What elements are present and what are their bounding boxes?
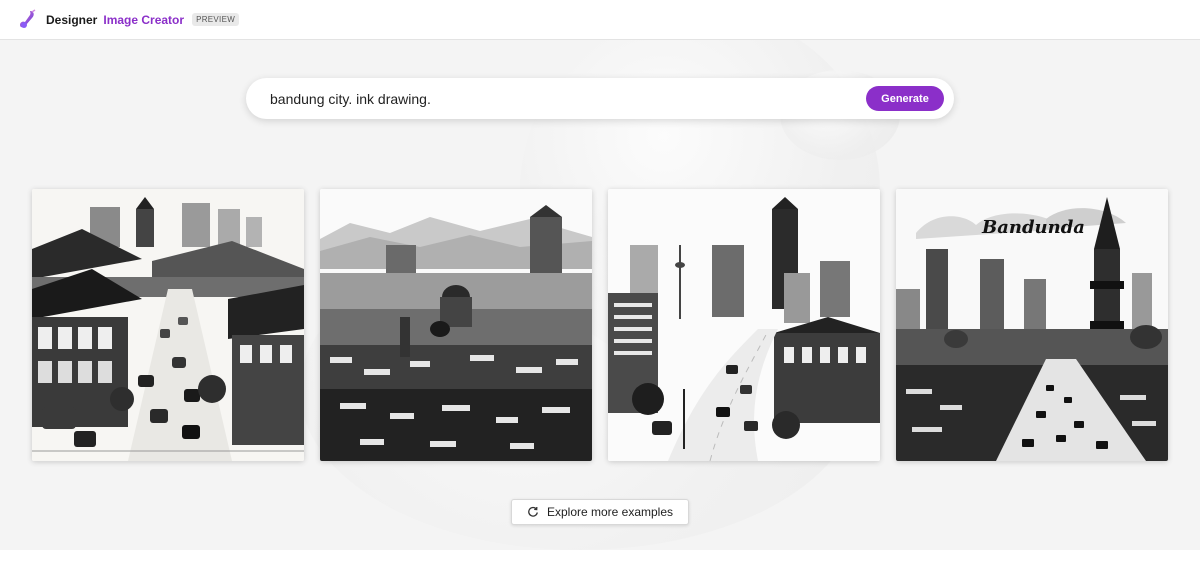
prompt-input[interactable]	[268, 89, 866, 108]
example-card[interactable]	[32, 189, 304, 461]
footer-strip	[0, 550, 1200, 571]
product-name[interactable]: Image Creator	[103, 13, 184, 27]
hill-city-panorama-image	[320, 189, 592, 461]
generate-button[interactable]: Generate	[866, 86, 944, 111]
street-scene-image	[32, 189, 304, 461]
example-gallery: Bandunda	[32, 189, 1168, 461]
explore-more-button[interactable]: Explore more examples	[511, 499, 689, 525]
example-card[interactable]	[320, 189, 592, 461]
bandung-caption: Bandunda	[981, 217, 1085, 238]
example-card[interactable]	[608, 189, 880, 461]
explore-more-label: Explore more examples	[546, 505, 674, 519]
bandung-tower-image: Bandunda	[896, 189, 1168, 461]
app-header: Designer Image Creator PREVIEW	[0, 0, 1200, 40]
refresh-icon	[528, 506, 538, 517]
prompt-bar: Generate	[246, 78, 954, 119]
brand-name[interactable]: Designer	[46, 13, 97, 27]
preview-badge: PREVIEW	[192, 13, 240, 26]
designer-logo-icon[interactable]	[18, 8, 38, 31]
example-card[interactable]: Bandunda	[896, 189, 1168, 461]
skyline-road-image	[608, 189, 880, 461]
